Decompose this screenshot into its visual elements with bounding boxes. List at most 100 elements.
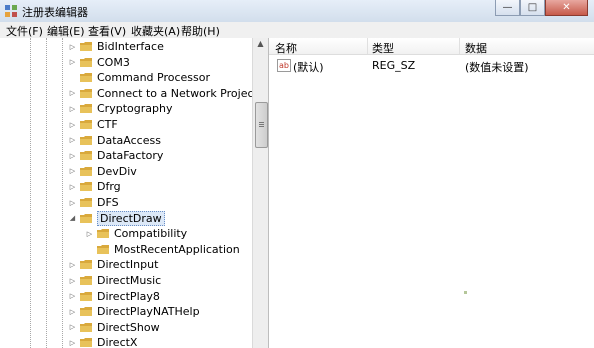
- chevron-right-icon[interactable]: ▷: [68, 105, 77, 113]
- chevron-right-icon[interactable]: ◢: [68, 214, 77, 222]
- chevron-right-icon[interactable]: ▷: [68, 89, 77, 97]
- chevron-right-icon[interactable]: ▷: [68, 121, 77, 129]
- chevron-right-icon[interactable]: ▷: [68, 261, 77, 269]
- tree-item-label: DataFactory: [97, 149, 164, 163]
- folder-icon: [97, 244, 109, 254]
- tree-item-directplaynathelp[interactable]: ▷ DirectPlayNATHelp: [68, 304, 200, 319]
- chevron-right-icon[interactable]: ▷: [68, 292, 77, 300]
- chevron-right-icon[interactable]: ▷: [68, 339, 77, 347]
- chevron-right-icon[interactable]: ▷: [68, 43, 77, 51]
- folder-icon: [80, 260, 92, 270]
- column-data[interactable]: 数据: [465, 40, 487, 56]
- tree-item-label: DirectX: [97, 336, 138, 348]
- tree-item-label: DFS: [97, 196, 119, 209]
- tree-scrollbar[interactable]: ▲: [252, 38, 268, 348]
- value-name: (默认): [293, 61, 324, 74]
- folder-icon: [80, 42, 92, 51]
- tree-item-dataaccess[interactable]: ▷ DataAccess: [68, 133, 161, 148]
- chevron-right-icon[interactable]: ▷: [68, 199, 77, 207]
- tree-item-label: Connect to a Network Projector: [97, 86, 269, 100]
- folder-icon: [80, 73, 92, 83]
- folder-icon: [80, 166, 92, 176]
- tree-item-label: COM3: [97, 55, 130, 69]
- decorative-dot: [464, 291, 467, 294]
- menu-help[interactable]: 帮助(H): [181, 23, 220, 39]
- folder-icon: [80, 338, 92, 348]
- tree-item-com3[interactable]: ▷ COM3: [68, 55, 130, 70]
- tree-item-connect-to-a-network-projector[interactable]: ▷ Connect to a Network Projector: [68, 86, 269, 101]
- title-bar: 注册表编辑器 — □ ✕: [0, 0, 594, 22]
- tree-item-label: Dfrg: [97, 180, 121, 194]
- tree-item-label: DirectShow: [97, 320, 160, 334]
- tree-item-directshow[interactable]: ▷ DirectShow: [68, 320, 160, 335]
- folder-icon: [97, 229, 109, 239]
- folder-icon: [80, 198, 92, 207]
- tree-item-mostrecentapplication[interactable]: MostRecentApplication: [85, 242, 240, 257]
- tree-guide-line: [46, 38, 47, 348]
- close-button[interactable]: ✕: [545, 0, 588, 16]
- chevron-right-icon[interactable]: ▷: [68, 183, 77, 191]
- tree-item-datafactory[interactable]: ▷ DataFactory: [68, 148, 164, 163]
- chevron-right-icon[interactable]: ▷: [68, 136, 77, 144]
- tree-item-label: Command Processor: [97, 71, 211, 85]
- menu-view[interactable]: 查看(V): [88, 23, 126, 39]
- menu-favorites[interactable]: 收藏夹(A): [131, 23, 180, 39]
- string-value-icon: ab: [277, 59, 291, 72]
- values-list[interactable]: 名称 类型 数据 ab (默认) REG_SZ (数值未设置): [269, 38, 594, 348]
- tree-item-label: Compatibility: [114, 227, 188, 241]
- column-name[interactable]: 名称: [275, 40, 297, 56]
- folder-icon: [80, 135, 92, 145]
- tree-guide-line: [30, 38, 31, 348]
- tree-item-devdiv[interactable]: ▷ DevDiv: [68, 164, 137, 179]
- tree-item-cryptography[interactable]: ▷ Cryptography: [68, 101, 173, 116]
- menu-edit[interactable]: 编辑(E): [47, 23, 85, 39]
- tree-item-bidinterface[interactable]: ▷ BidInterface: [68, 39, 164, 54]
- tree-item-directinput[interactable]: ▷ DirectInput: [68, 257, 159, 272]
- tree-item-directx[interactable]: ▷ DirectX: [68, 335, 138, 348]
- chevron-right-icon[interactable]: ▷: [68, 58, 77, 66]
- chevron-right-icon[interactable]: ▷: [68, 308, 77, 316]
- tree-item-directdraw[interactable]: ◢ DirectDraw: [68, 210, 165, 226]
- minimize-button[interactable]: —: [495, 0, 520, 16]
- tree-item-label: DirectPlay8: [97, 289, 160, 303]
- registry-tree[interactable]: ▷ BidInterface ▷ COM3 Command Processor ▷ Conn…: [0, 38, 269, 348]
- chevron-right-icon[interactable]: ▷: [68, 277, 77, 285]
- tree-item-label: DirectMusic: [97, 274, 162, 287]
- chevron-right-icon[interactable]: ▷: [85, 230, 94, 238]
- registry-editor-icon: [5, 5, 17, 17]
- value-data: (数值未设置): [465, 61, 529, 74]
- tree-item-label: CTF: [97, 118, 118, 131]
- tree-item-label: MostRecentApplication: [114, 242, 240, 256]
- chevron-right-icon[interactable]: ▷: [68, 152, 77, 160]
- tree-item-dfrg[interactable]: ▷ Dfrg: [68, 179, 121, 194]
- folder-icon: [80, 88, 92, 98]
- scroll-up-icon[interactable]: ▲: [253, 39, 268, 53]
- folder-icon: [80, 291, 92, 301]
- value-type: REG_SZ: [372, 59, 416, 72]
- tree-item-label: DirectPlayNATHelp: [97, 305, 200, 319]
- folder-icon: [80, 276, 92, 285]
- tree-item-command-processor[interactable]: Command Processor: [68, 70, 210, 85]
- tree-item-label: DirectInput: [97, 258, 159, 272]
- menu-bar: 文件(F) 编辑(E) 查看(V) 收藏夹(A) 帮助(H): [0, 22, 594, 39]
- folder-icon: [80, 213, 92, 223]
- window-title: 注册表编辑器: [22, 6, 88, 19]
- value-row[interactable]: ab (默认) REG_SZ (数值未设置): [269, 58, 594, 74]
- maximize-button[interactable]: □: [520, 0, 545, 16]
- column-type[interactable]: 类型: [372, 40, 394, 56]
- tree-item-directplay8[interactable]: ▷ DirectPlay8: [68, 289, 160, 304]
- chevron-right-icon[interactable]: ▷: [68, 323, 77, 331]
- tree-item-directmusic[interactable]: ▷ DirectMusic: [68, 273, 161, 288]
- tree-item-compatibility[interactable]: ▷ Compatibility: [85, 226, 187, 241]
- menu-file[interactable]: 文件(F): [6, 23, 43, 39]
- folder-icon: [80, 322, 92, 332]
- list-header: 名称 类型 数据: [269, 38, 594, 55]
- tree-item-ctf[interactable]: ▷ CTF: [68, 117, 118, 132]
- tree-item-label: BidInterface: [97, 40, 164, 53]
- tree-item-dfs[interactable]: ▷ DFS: [68, 195, 119, 210]
- folder-icon: [80, 182, 92, 192]
- chevron-right-icon[interactable]: ▷: [68, 167, 77, 175]
- folder-icon: [80, 104, 92, 114]
- tree-item-label: DirectDraw: [97, 210, 165, 226]
- scrollbar-thumb[interactable]: [255, 102, 268, 148]
